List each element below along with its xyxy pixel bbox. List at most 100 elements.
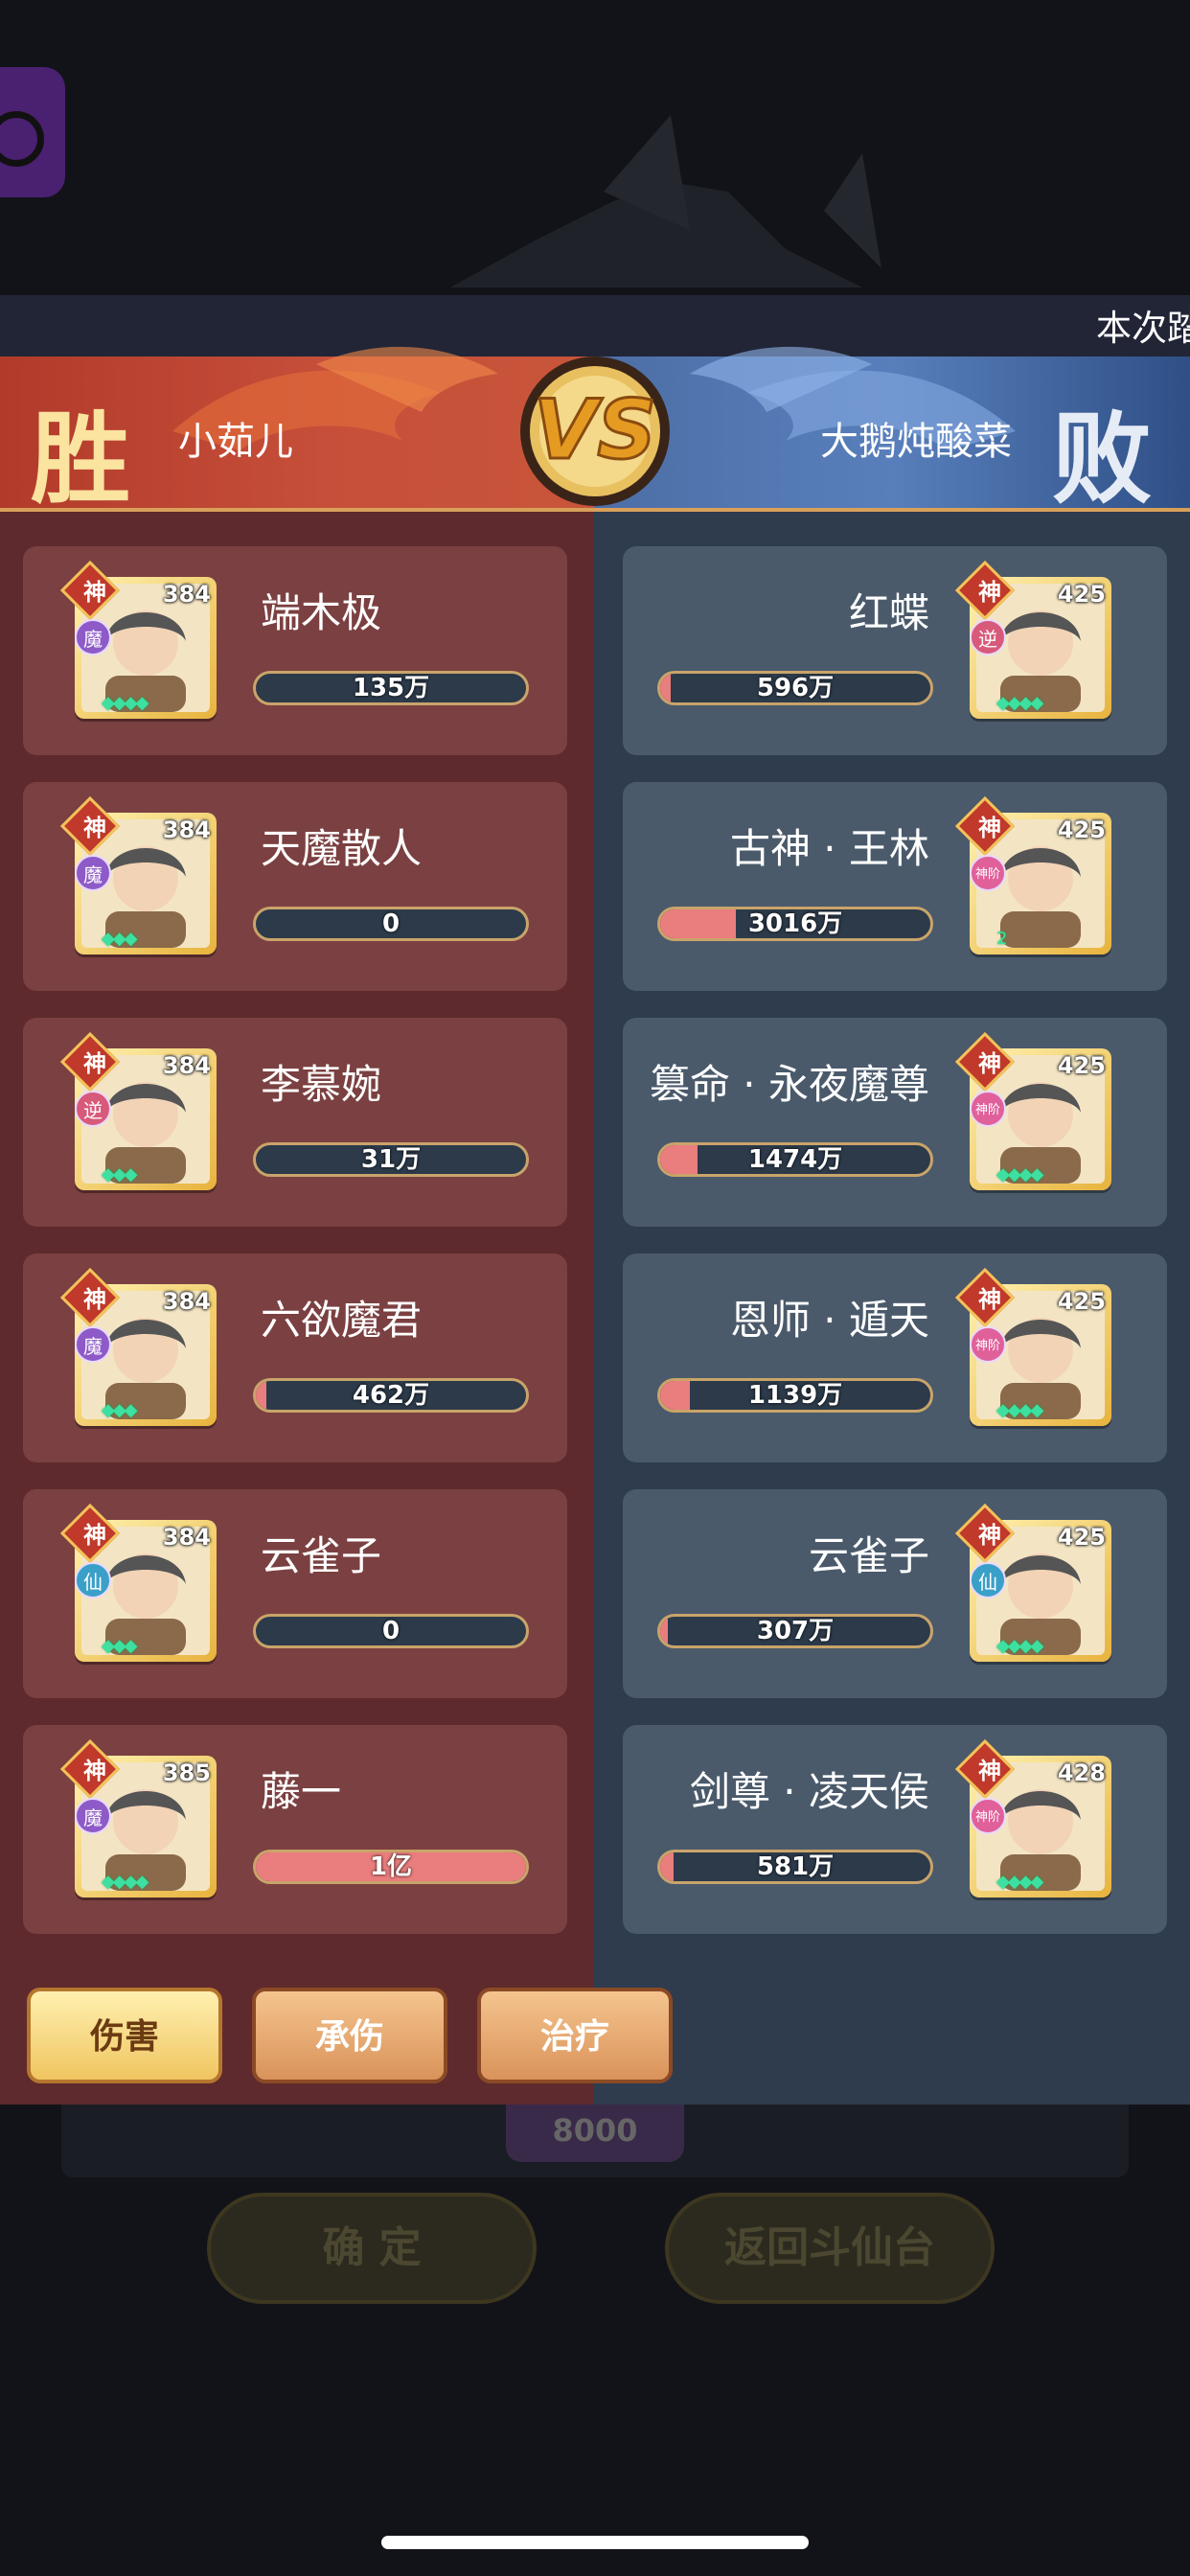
star-rating: ◆◆◆◆ — [996, 1872, 1043, 1892]
hero-card[interactable]: 神魔 384 ◆◆◆ 六欲魔君 462万 — [23, 1254, 567, 1462]
hero-portrait[interactable]: 神仙 425 ◆◆◆◆ — [954, 1503, 1111, 1662]
hero-level: 385 — [162, 1760, 211, 1786]
stat-bar: 135万 — [253, 671, 529, 705]
stat-value: 135万 — [352, 674, 430, 702]
hero-portrait[interactable]: 神魔 384 ◆◆◆◆ — [59, 560, 217, 719]
stat-bar: 0 — [253, 907, 529, 941]
hero-card[interactable]: 神逆 384 ◆◆◆ 李慕婉 31万 — [23, 1018, 567, 1227]
hero-portrait[interactable]: 神魔 384 ◆◆◆ — [59, 795, 217, 954]
hero-card[interactable]: 神仙 384 ◆◆◆ 云雀子 0 — [23, 1489, 567, 1698]
hero-level: 425 — [1057, 816, 1106, 843]
hero-level: 384 — [162, 816, 211, 843]
reward-amount: 8000 — [506, 2104, 684, 2162]
star-rating: ◆◆◆◆ — [996, 1400, 1043, 1420]
hero-level: 384 — [162, 581, 211, 608]
faction-badge: 神阶 — [970, 855, 1006, 891]
rank-label: 神 — [978, 1758, 1001, 1784]
stat-bar: 1474万 — [657, 1142, 933, 1177]
stat-bar: 581万 — [657, 1850, 933, 1884]
hero-card[interactable]: 神魔 385 ◆◆◆◆ 藤一 1亿 — [23, 1725, 567, 1934]
hero-level: 384 — [162, 1524, 211, 1551]
rank-label: 神 — [83, 1050, 106, 1077]
rank-label: 神 — [978, 1050, 1001, 1077]
stat-value: 307万 — [756, 1617, 835, 1645]
stat-value: 462万 — [352, 1381, 430, 1410]
stat-bar: 462万 — [253, 1378, 529, 1413]
hero-level: 425 — [1057, 1524, 1106, 1551]
stat-bar: 0 — [253, 1614, 529, 1648]
stat-value: 1474万 — [747, 1145, 843, 1174]
star-rating: ◆◆◆◆ — [996, 693, 1043, 713]
rank-label: 神 — [978, 579, 1001, 606]
hero-name: 李慕婉 — [261, 1061, 382, 1108]
stat-value: 31万 — [360, 1145, 422, 1174]
stat-bar: 1亿 — [253, 1850, 529, 1884]
star-rating: ◆◆◆◆ — [102, 1872, 149, 1892]
hero-portrait[interactable]: 神神阶 425 2 — [954, 795, 1111, 954]
record-icon — [0, 111, 44, 167]
hero-card[interactable]: 神仙 425 ◆◆◆◆ 云雀子 307万 — [623, 1489, 1167, 1698]
stat-value: 596万 — [756, 674, 835, 702]
hero-card[interactable]: 神神阶 425 ◆◆◆◆ 恩师 · 遁天 1139万 — [623, 1254, 1167, 1462]
tab-damage-taken[interactable]: 承伤 — [252, 1988, 447, 2083]
hero-portrait[interactable]: 神魔 385 ◆◆◆◆ — [59, 1738, 217, 1898]
hero-card[interactable]: 神神阶 425 2 古神 · 王林 3016万 — [623, 782, 1167, 991]
stat-value: 1139万 — [747, 1381, 843, 1410]
stat-value: 1亿 — [369, 1852, 413, 1881]
tab-damage[interactable]: 伤害 — [27, 1988, 222, 2083]
hero-card[interactable]: 神神阶 428 ◆◆◆◆ 剑尊 · 凌天侯 581万 — [623, 1725, 1167, 1934]
hero-portrait[interactable]: 神神阶 425 ◆◆◆◆ — [954, 1031, 1111, 1190]
hero-name: 古神 · 王林 — [729, 825, 929, 872]
hero-level: 425 — [1057, 1052, 1106, 1079]
stat-bar: 3016万 — [657, 907, 933, 941]
hero-name: 六欲魔君 — [261, 1297, 423, 1344]
hero-portrait[interactable]: 神逆 384 ◆◆◆ — [59, 1031, 217, 1190]
tab-heal[interactable]: 治疗 — [477, 1988, 673, 2083]
hero-name: 云雀子 — [808, 1532, 929, 1579]
faction-badge: 魔 — [75, 619, 111, 656]
hero-portrait[interactable]: 神魔 384 ◆◆◆ — [59, 1267, 217, 1426]
star-rating: ◆◆◆◆ — [102, 693, 149, 713]
rank-label: 神 — [83, 1522, 106, 1549]
rank-label: 神 — [978, 815, 1001, 841]
rank-label: 神 — [83, 815, 106, 841]
hero-card[interactable]: 神逆 425 ◆◆◆◆ 红蝶 596万 — [623, 546, 1167, 755]
star-rating: ◆◆◆ — [102, 1164, 138, 1184]
hero-portrait[interactable]: 神仙 384 ◆◆◆ — [59, 1503, 217, 1662]
stat-bar: 596万 — [657, 671, 933, 705]
hero-name: 端木极 — [261, 589, 382, 636]
side-menu-button[interactable] — [0, 67, 65, 197]
stat-bar: 1139万 — [657, 1378, 933, 1413]
star-rating: ◆◆◆◆ — [996, 1164, 1043, 1184]
faction-badge: 逆 — [75, 1091, 111, 1127]
hero-level: 384 — [162, 1288, 211, 1315]
hero-portrait[interactable]: 神神阶 428 ◆◆◆◆ — [954, 1738, 1111, 1898]
hero-level: 425 — [1057, 1288, 1106, 1315]
hero-name: 剑尊 · 凌天侯 — [689, 1768, 929, 1815]
stat-value: 581万 — [756, 1852, 835, 1881]
rank-label: 神 — [978, 1522, 1001, 1549]
rank-label: 神 — [978, 1286, 1001, 1313]
hero-level: 425 — [1057, 581, 1106, 608]
hero-name: 恩师 · 遁天 — [729, 1297, 929, 1344]
home-indicator[interactable] — [381, 2536, 809, 2549]
faction-badge: 神阶 — [970, 1326, 1006, 1363]
faction-badge: 魔 — [75, 1326, 111, 1363]
faction-badge: 神阶 — [970, 1798, 1006, 1834]
faction-badge: 魔 — [75, 855, 111, 891]
faction-badge: 逆 — [970, 619, 1006, 656]
stat-value: 0 — [381, 1617, 400, 1645]
star-rating: ◆◆◆◆ — [996, 1636, 1043, 1656]
star-rating: ◆◆◆ — [102, 1636, 138, 1656]
header-divider — [0, 508, 1190, 512]
hero-card[interactable]: 神魔 384 ◆◆◆ 天魔散人 0 — [23, 782, 567, 991]
right-player-name: 大鹅炖酸菜 — [820, 420, 1012, 464]
hero-card[interactable]: 神魔 384 ◆◆◆◆ 端木极 135万 — [23, 546, 567, 755]
rank-label: 神 — [83, 1286, 106, 1313]
vs-emblem: VS — [520, 356, 670, 506]
hero-card[interactable]: 神神阶 425 ◆◆◆◆ 篡命 · 永夜魔尊 1474万 — [623, 1018, 1167, 1227]
left-player-name: 小茹儿 — [178, 420, 293, 464]
rank-label: 神 — [83, 579, 106, 606]
hero-portrait[interactable]: 神逆 425 ◆◆◆◆ — [954, 560, 1111, 719]
hero-portrait[interactable]: 神神阶 425 ◆◆◆◆ — [954, 1267, 1111, 1426]
